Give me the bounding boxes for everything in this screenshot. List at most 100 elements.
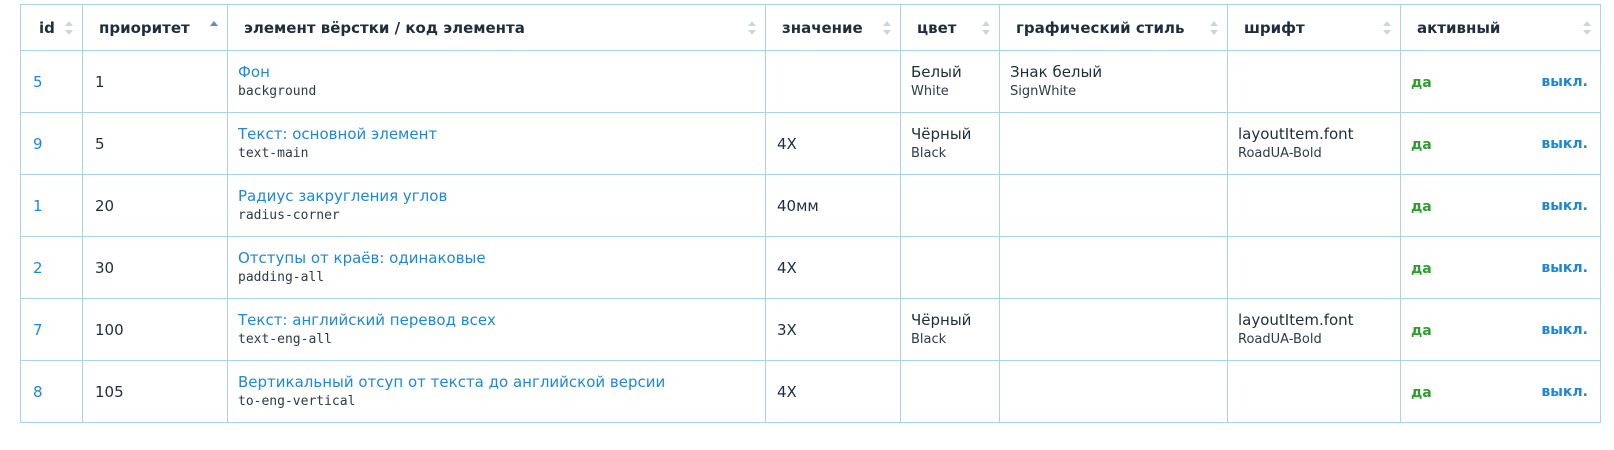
deactivate-link[interactable]: выкл. bbox=[1541, 198, 1588, 214]
cell-style bbox=[999, 236, 1228, 299]
deactivate-link[interactable]: выкл. bbox=[1541, 74, 1588, 90]
cell-style bbox=[999, 174, 1228, 237]
column-header-label: id bbox=[39, 18, 55, 37]
cell-element: Вертикальный отсуп от текста до английск… bbox=[227, 360, 766, 423]
style-name: Знак белый bbox=[1010, 63, 1103, 81]
column-header-value[interactable]: значение bbox=[765, 4, 901, 51]
cell-value bbox=[765, 50, 901, 113]
table-header: id приоритет элемент вёрстки / код элемент… bbox=[20, 4, 1601, 51]
cell-active: да выкл. bbox=[1400, 112, 1601, 175]
element-name-link[interactable]: Радиус закругления углов bbox=[238, 186, 765, 207]
table-row: 5 1 Фон background Белый White Знак белый SignW… bbox=[20, 50, 1601, 113]
row-id-link[interactable]: 7 bbox=[33, 321, 43, 339]
active-status: да bbox=[1411, 322, 1432, 339]
cell-active: да выкл. bbox=[1400, 298, 1601, 361]
column-header-priority[interactable]: приоритет bbox=[82, 4, 228, 51]
sort-arrows-icon[interactable] bbox=[882, 20, 892, 36]
column-header-font[interactable]: шрифт bbox=[1227, 4, 1401, 51]
cell-color bbox=[900, 174, 1000, 237]
active-status: да bbox=[1411, 74, 1432, 91]
column-header-active[interactable]: активный bbox=[1400, 4, 1601, 51]
sort-arrows-icon[interactable] bbox=[981, 20, 991, 36]
column-header-label: цвет bbox=[917, 18, 957, 37]
column-header-label: активный bbox=[1417, 18, 1501, 37]
cell-element: Текст: английский перевод всех text-eng-a… bbox=[227, 298, 766, 361]
font-name: layoutItem.font bbox=[1238, 125, 1354, 143]
column-header-label: значение bbox=[782, 18, 863, 37]
cell-value: 4X bbox=[765, 236, 901, 299]
table-row: 9 5 Текст: основной элемент text-main 4X Чёрн… bbox=[20, 112, 1601, 175]
cell-priority: 1 bbox=[82, 50, 228, 113]
deactivate-link[interactable]: выкл. bbox=[1541, 136, 1588, 152]
sort-arrows-icon[interactable] bbox=[64, 20, 74, 36]
cell-style: Знак белый SignWhite bbox=[999, 50, 1228, 113]
color-name: Чёрный bbox=[911, 311, 972, 329]
cell-color: Белый White bbox=[900, 50, 1000, 113]
cell-font: layoutItem.font RoadUA-Bold bbox=[1227, 298, 1401, 361]
cell-element: Радиус закругления углов radius-corner bbox=[227, 174, 766, 237]
column-header-style[interactable]: графический стиль bbox=[999, 4, 1228, 51]
row-id-link[interactable]: 9 bbox=[33, 135, 43, 153]
active-status: да bbox=[1411, 260, 1432, 277]
cell-font bbox=[1227, 360, 1401, 423]
cell-active: да выкл. bbox=[1400, 236, 1601, 299]
sort-arrows-icon[interactable] bbox=[747, 20, 757, 36]
color-name: Чёрный bbox=[911, 125, 972, 143]
cell-value: 4X bbox=[765, 112, 901, 175]
sort-ascending-icon[interactable] bbox=[209, 20, 219, 36]
table-row: 8 105 Вертикальный отсуп от текста до англ… bbox=[20, 360, 1601, 423]
element-name-link[interactable]: Вертикальный отсуп от текста до английск… bbox=[238, 372, 765, 393]
table-row: 7 100 Текст: английский перевод всех text-e… bbox=[20, 298, 1601, 361]
element-name-link[interactable]: Фон bbox=[238, 62, 765, 83]
cell-priority: 105 bbox=[82, 360, 228, 423]
layout-elements-table: id приоритет элемент вёрстки / код элемент… bbox=[20, 4, 1601, 423]
column-header-label: элемент вёрстки / код элемента bbox=[244, 18, 525, 37]
column-header-id[interactable]: id bbox=[20, 4, 83, 51]
cell-priority: 20 bbox=[82, 174, 228, 237]
font-code: RoadUA-Bold bbox=[1238, 332, 1322, 347]
column-header-color[interactable]: цвет bbox=[900, 4, 1000, 51]
row-id-link[interactable]: 1 bbox=[33, 197, 43, 215]
cell-color bbox=[900, 360, 1000, 423]
element-name-link[interactable]: Текст: основной элемент bbox=[238, 124, 765, 145]
cell-active: да выкл. bbox=[1400, 174, 1601, 237]
style-code: SignWhite bbox=[1010, 84, 1077, 99]
row-id-link[interactable]: 8 bbox=[33, 383, 43, 401]
deactivate-link[interactable]: выкл. bbox=[1541, 384, 1588, 400]
sort-arrows-icon[interactable] bbox=[1582, 20, 1592, 36]
element-name-link[interactable]: Текст: английский перевод всех bbox=[238, 310, 765, 331]
cell-element: Фон background bbox=[227, 50, 766, 113]
font-code: RoadUA-Bold bbox=[1238, 146, 1322, 161]
column-header-label: шрифт bbox=[1244, 18, 1305, 37]
element-code: to-eng-vertical bbox=[238, 394, 356, 409]
deactivate-link[interactable]: выкл. bbox=[1541, 322, 1588, 338]
cell-id: 8 bbox=[20, 360, 83, 423]
element-name-link[interactable]: Отступы от краёв: одинаковые bbox=[238, 248, 765, 269]
cell-priority: 5 bbox=[82, 112, 228, 175]
sort-arrows-icon[interactable] bbox=[1382, 20, 1392, 36]
cell-style bbox=[999, 298, 1228, 361]
cell-priority: 100 bbox=[82, 298, 228, 361]
color-code: Black bbox=[911, 146, 947, 161]
column-header-element[interactable]: элемент вёрстки / код элемента bbox=[227, 4, 766, 51]
element-code: background bbox=[238, 84, 317, 99]
element-code: padding-all bbox=[238, 270, 325, 285]
deactivate-link[interactable]: выкл. bbox=[1541, 260, 1588, 276]
cell-value: 3X bbox=[765, 298, 901, 361]
column-header-label: приоритет bbox=[99, 18, 190, 37]
row-id-link[interactable]: 5 bbox=[33, 73, 43, 91]
cell-font bbox=[1227, 174, 1401, 237]
element-code: text-eng-all bbox=[238, 332, 332, 347]
cell-id: 5 bbox=[20, 50, 83, 113]
color-code: White bbox=[911, 84, 949, 99]
cell-color bbox=[900, 236, 1000, 299]
cell-active: да выкл. bbox=[1400, 360, 1601, 423]
cell-font: layoutItem.font RoadUA-Bold bbox=[1227, 112, 1401, 175]
cell-id: 2 bbox=[20, 236, 83, 299]
row-id-link[interactable]: 2 bbox=[33, 259, 43, 277]
cell-element: Текст: основной элемент text-main bbox=[227, 112, 766, 175]
table-row: 2 30 Отступы от краёв: одинаковые padding-a… bbox=[20, 236, 1601, 299]
cell-color: Чёрный Black bbox=[900, 298, 1000, 361]
color-name: Белый bbox=[911, 63, 962, 81]
sort-arrows-icon[interactable] bbox=[1209, 20, 1219, 36]
